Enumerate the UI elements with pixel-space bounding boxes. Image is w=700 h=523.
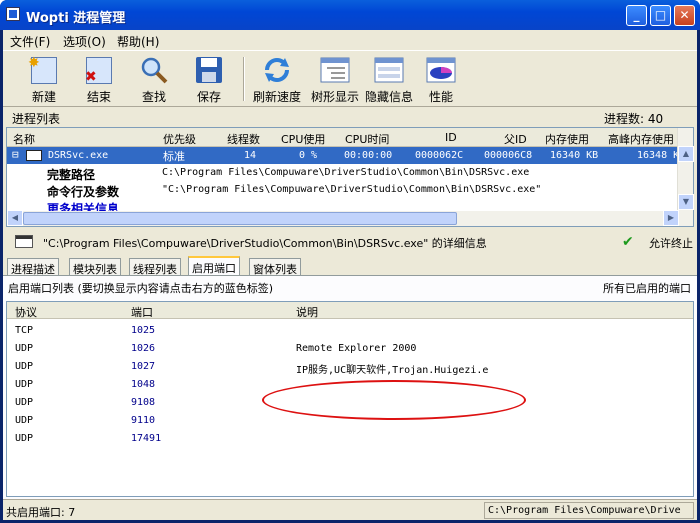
floppy-icon xyxy=(193,55,225,85)
col-port[interactable]: 端口 xyxy=(131,304,153,320)
new-icon: ✸ xyxy=(28,55,60,85)
minimize-button[interactable]: _ xyxy=(626,5,647,26)
menu-bar: 文件(F) 选项(O) 帮助(H) xyxy=(3,30,697,50)
detail-row-more-info[interactable]: 更多相关信息 xyxy=(7,198,679,211)
end-process-button[interactable]: ✖ 结束 xyxy=(74,55,124,105)
scroll-down-arrow-icon[interactable]: ▼ xyxy=(678,194,694,210)
detail-title: "C:\Program Files\Compuware\DriverStudio… xyxy=(43,237,487,250)
process-list-vscroll[interactable]: ▲ ▼ xyxy=(677,128,694,211)
detail-tabs: 进程描述 模块列表 线程列表 启用端口 窗体列表 xyxy=(3,256,697,276)
find-button[interactable]: 查找 xyxy=(129,55,179,105)
tree-view-icon xyxy=(319,55,351,85)
red-annotation-oval xyxy=(262,380,526,420)
title-bar[interactable]: Wopti 进程管理 _ □ ✕ xyxy=(0,0,700,30)
process-list-hscroll[interactable]: ◀ ▶ xyxy=(7,210,693,226)
window-title: Wopti 进程管理 xyxy=(26,11,126,26)
refresh-icon xyxy=(261,55,293,85)
process-list[interactable]: 名称 优先级 线程数 CPU使用 CPU时间 ID 父ID 内存使用 高峰内存使… xyxy=(6,127,694,227)
new-button[interactable]: ✸ 新建 xyxy=(19,55,69,105)
close-button[interactable]: ✕ xyxy=(674,5,695,26)
table-row[interactable]: UDP 1026 Remote Explorer 2000 xyxy=(7,340,693,358)
ports-hint: 启用端口列表 (要切换显示内容请点击右方的蓝色标签) xyxy=(8,282,274,295)
detail-row-full-path: 完整路径 C:\Program Files\Compuware\DriverSt… xyxy=(47,167,530,182)
tab-thread-list[interactable]: 线程列表 xyxy=(129,258,181,276)
menu-options[interactable]: 选项(O) xyxy=(63,33,106,50)
ports-list-columns: 协议 端口 说明 xyxy=(7,302,693,319)
hide-info-icon xyxy=(373,55,405,85)
more-info-link[interactable]: 更多相关信息 xyxy=(47,200,119,211)
scroll-left-arrow-icon[interactable]: ◀ xyxy=(7,210,23,226)
col-protocol[interactable]: 协议 xyxy=(15,304,37,320)
col-name[interactable]: 名称 xyxy=(13,131,35,147)
table-row[interactable]: UDP 1027 IP服务,UC聊天软件,Trojan.Huigezi.e xyxy=(7,358,693,376)
process-count: 进程数: 40 xyxy=(604,112,664,126)
col-threads[interactable]: 线程数 xyxy=(227,131,260,147)
col-cpu-usage[interactable]: CPU使用 xyxy=(281,131,325,147)
process-list-columns: 名称 优先级 线程数 CPU使用 CPU时间 ID 父ID 内存使用 高峰内存使… xyxy=(7,128,679,147)
save-button[interactable]: 保存 xyxy=(184,55,234,105)
process-list-label: 进程列表 xyxy=(12,112,61,126)
col-priority[interactable]: 优先级 xyxy=(163,131,196,147)
end-process-icon: ✖ xyxy=(83,55,115,85)
process-window-icon xyxy=(26,150,42,161)
detail-bar: "C:\Program Files\Compuware\DriverStudio… xyxy=(3,231,697,253)
ports-panel: 启用端口列表 (要切换显示内容请点击右方的蓝色标签) 所有已启用的端口 协议 端… xyxy=(3,275,697,520)
process-list-header: 进程列表 进程数: 40 xyxy=(3,107,697,127)
hide-info-button[interactable]: 隐藏信息 xyxy=(361,55,417,105)
toolbar-separator xyxy=(243,57,245,101)
hscroll-thumb[interactable] xyxy=(23,212,457,225)
refresh-speed-button[interactable]: 刷新速度 xyxy=(249,55,305,105)
window-icon xyxy=(15,235,33,248)
collapse-icon[interactable]: ⊟ xyxy=(12,148,19,161)
col-description[interactable]: 说明 xyxy=(296,304,318,320)
tree-view-button[interactable]: 树形显示 xyxy=(307,55,363,105)
menu-file[interactable]: 文件(F) xyxy=(10,33,50,50)
enabled-ports-count: 共启用端口: 7 xyxy=(6,506,76,519)
checkmark-icon: ✔ xyxy=(622,234,634,250)
toolbar: ✸ 新建 ✖ 结束 查找 保存 刷新速度 树形显示 隐藏信息 性能 xyxy=(3,50,697,107)
table-row[interactable]: UDP 17491 xyxy=(7,430,693,448)
tab-process-description[interactable]: 进程描述 xyxy=(7,258,59,276)
selected-process-row[interactable]: ⊟ DSRSvc.exe 标准 14 0 % 00:00:00 0000062C… xyxy=(7,147,679,164)
status-path: C:\Program Files\Compuware\Drive xyxy=(484,502,694,519)
performance-button[interactable]: 性能 xyxy=(416,55,466,105)
performance-icon xyxy=(425,55,457,85)
col-parent-id[interactable]: 父ID xyxy=(504,131,527,147)
maximize-button[interactable]: □ xyxy=(650,5,671,26)
tab-window-list[interactable]: 窗体列表 xyxy=(249,258,301,276)
app-icon[interactable] xyxy=(6,7,20,21)
all-ports-label[interactable]: 所有已启用的端口 xyxy=(603,280,691,296)
scroll-up-arrow-icon[interactable]: ▲ xyxy=(678,146,694,162)
detail-row-command-line: 命令行及参数 "C:\Program Files\Compuware\Drive… xyxy=(47,184,542,199)
tab-module-list[interactable]: 模块列表 xyxy=(69,258,121,276)
col-cpu-time[interactable]: CPU时间 xyxy=(345,131,389,147)
client-area: 文件(F) 选项(O) 帮助(H) ✸ 新建 ✖ 结束 查找 保存 刷新速度 树… xyxy=(3,30,697,520)
magnifier-icon xyxy=(138,55,170,85)
status-bar: 共启用端口: 7 C:\Program Files\Compuware\Driv… xyxy=(3,499,697,520)
terminate-allowed-label: 允许终止 xyxy=(649,237,693,250)
tab-enabled-ports[interactable]: 启用端口 xyxy=(188,256,240,275)
scroll-right-arrow-icon[interactable]: ▶ xyxy=(663,210,679,226)
col-memory[interactable]: 内存使用 xyxy=(545,131,589,147)
table-row[interactable]: TCP 1025 xyxy=(7,322,693,340)
menu-help[interactable]: 帮助(H) xyxy=(117,33,159,50)
app-window: Wopti 进程管理 _ □ ✕ 文件(F) 选项(O) 帮助(H) ✸ 新建 … xyxy=(0,0,700,523)
ports-list[interactable]: 协议 端口 说明 TCP 1025 UDP 1026 Remote Explor… xyxy=(6,301,694,497)
col-id[interactable]: ID xyxy=(445,131,457,144)
col-peak-memory[interactable]: 高峰内存使用 xyxy=(608,131,674,147)
